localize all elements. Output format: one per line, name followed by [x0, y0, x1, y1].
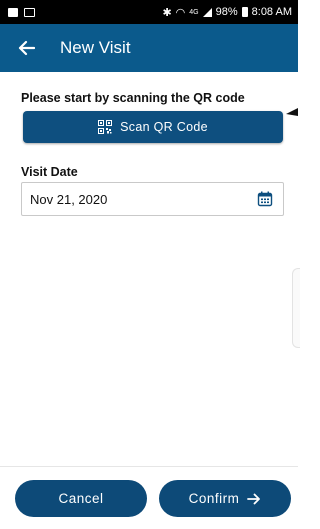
calendar-icon[interactable] [257, 191, 273, 207]
qr-code-icon [98, 120, 113, 134]
scan-prompt: Please start by scanning the QR code [21, 91, 245, 105]
scan-qr-button[interactable]: Scan QR Code [23, 111, 283, 143]
app-bar: New Visit [0, 24, 298, 72]
status-right: ✱ ◠ 4G 98% 8:08 AM [162, 6, 292, 19]
network-type: 4G [189, 8, 199, 16]
battery-icon [241, 7, 248, 17]
status-left [8, 7, 35, 17]
arrow-left-icon [18, 40, 35, 56]
confirm-label: Confirm [188, 491, 240, 506]
status-time: 8:08 AM [251, 6, 292, 18]
bluetooth-icon: ✱ [162, 6, 172, 19]
signal-icon [202, 7, 212, 17]
cancel-button[interactable]: Cancel [15, 480, 147, 517]
cancel-label: Cancel [58, 491, 104, 506]
wifi-icon: ◠ [175, 6, 186, 19]
back-button[interactable] [2, 24, 50, 72]
visit-date-label: Visit Date [21, 165, 78, 179]
side-panel-handle[interactable] [292, 268, 300, 348]
page-title: New Visit [60, 38, 131, 57]
battery-percent: 98% [215, 6, 238, 18]
status-bar: ✱ ◠ 4G 98% 8:08 AM [0, 0, 298, 24]
confirm-button[interactable]: Confirm [159, 480, 291, 517]
image-notification-icon [24, 7, 35, 17]
pointer-arrow-icon [286, 108, 298, 116]
scan-qr-label: Scan QR Code [120, 120, 208, 134]
footer-divider [0, 466, 298, 467]
visit-date-field[interactable]: Nov 21, 2020 [21, 182, 284, 216]
notification-icon [8, 7, 18, 17]
visit-date-value: Nov 21, 2020 [30, 191, 108, 207]
arrow-right-icon [247, 493, 261, 504]
